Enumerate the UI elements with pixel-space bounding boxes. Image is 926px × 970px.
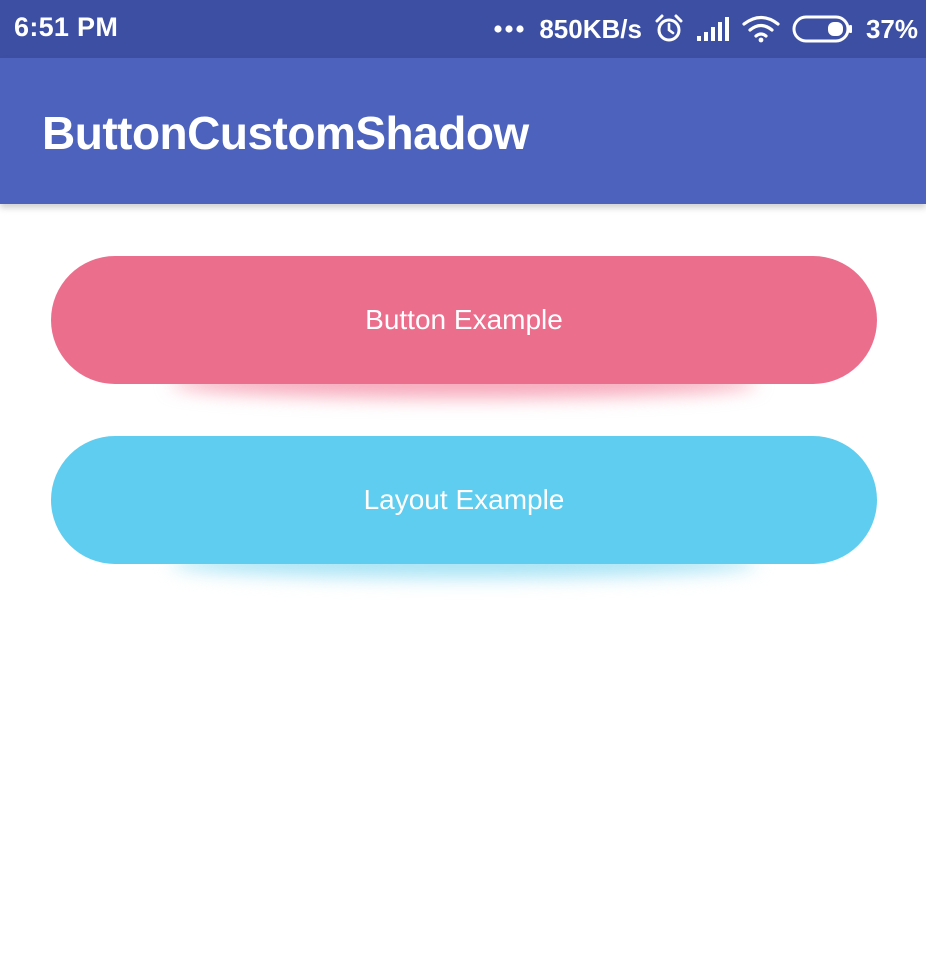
- button-example-label: Button Example: [365, 304, 563, 335]
- layout-example-label: Layout Example: [363, 484, 565, 515]
- battery-percent: 37%: [865, 13, 918, 44]
- status-bar: 6:51 PM 850KB/s 37%: [0, 0, 926, 58]
- alarm-icon: [654, 14, 684, 44]
- app-bar: ButtonCustomShadow: [0, 58, 926, 204]
- status-icons: 850KB/s 37%: [493, 10, 918, 48]
- main-content: Button Example Layout Example: [0, 204, 926, 970]
- layout-example-button[interactable]: Layout Example: [51, 436, 877, 564]
- signal-icon: [696, 16, 730, 42]
- layout-example-container: Layout Example: [51, 436, 877, 578]
- app-title: ButtonCustomShadow: [42, 107, 529, 159]
- more-dots-icon: [493, 24, 527, 34]
- wifi-icon: [742, 15, 780, 43]
- button-example-container: Button Example: [51, 256, 877, 398]
- network-speed: 850KB/s: [539, 13, 642, 44]
- status-time: 6:51 PM: [14, 12, 119, 42]
- button-example-button[interactable]: Button Example: [51, 256, 877, 384]
- battery-icon: [792, 15, 854, 43]
